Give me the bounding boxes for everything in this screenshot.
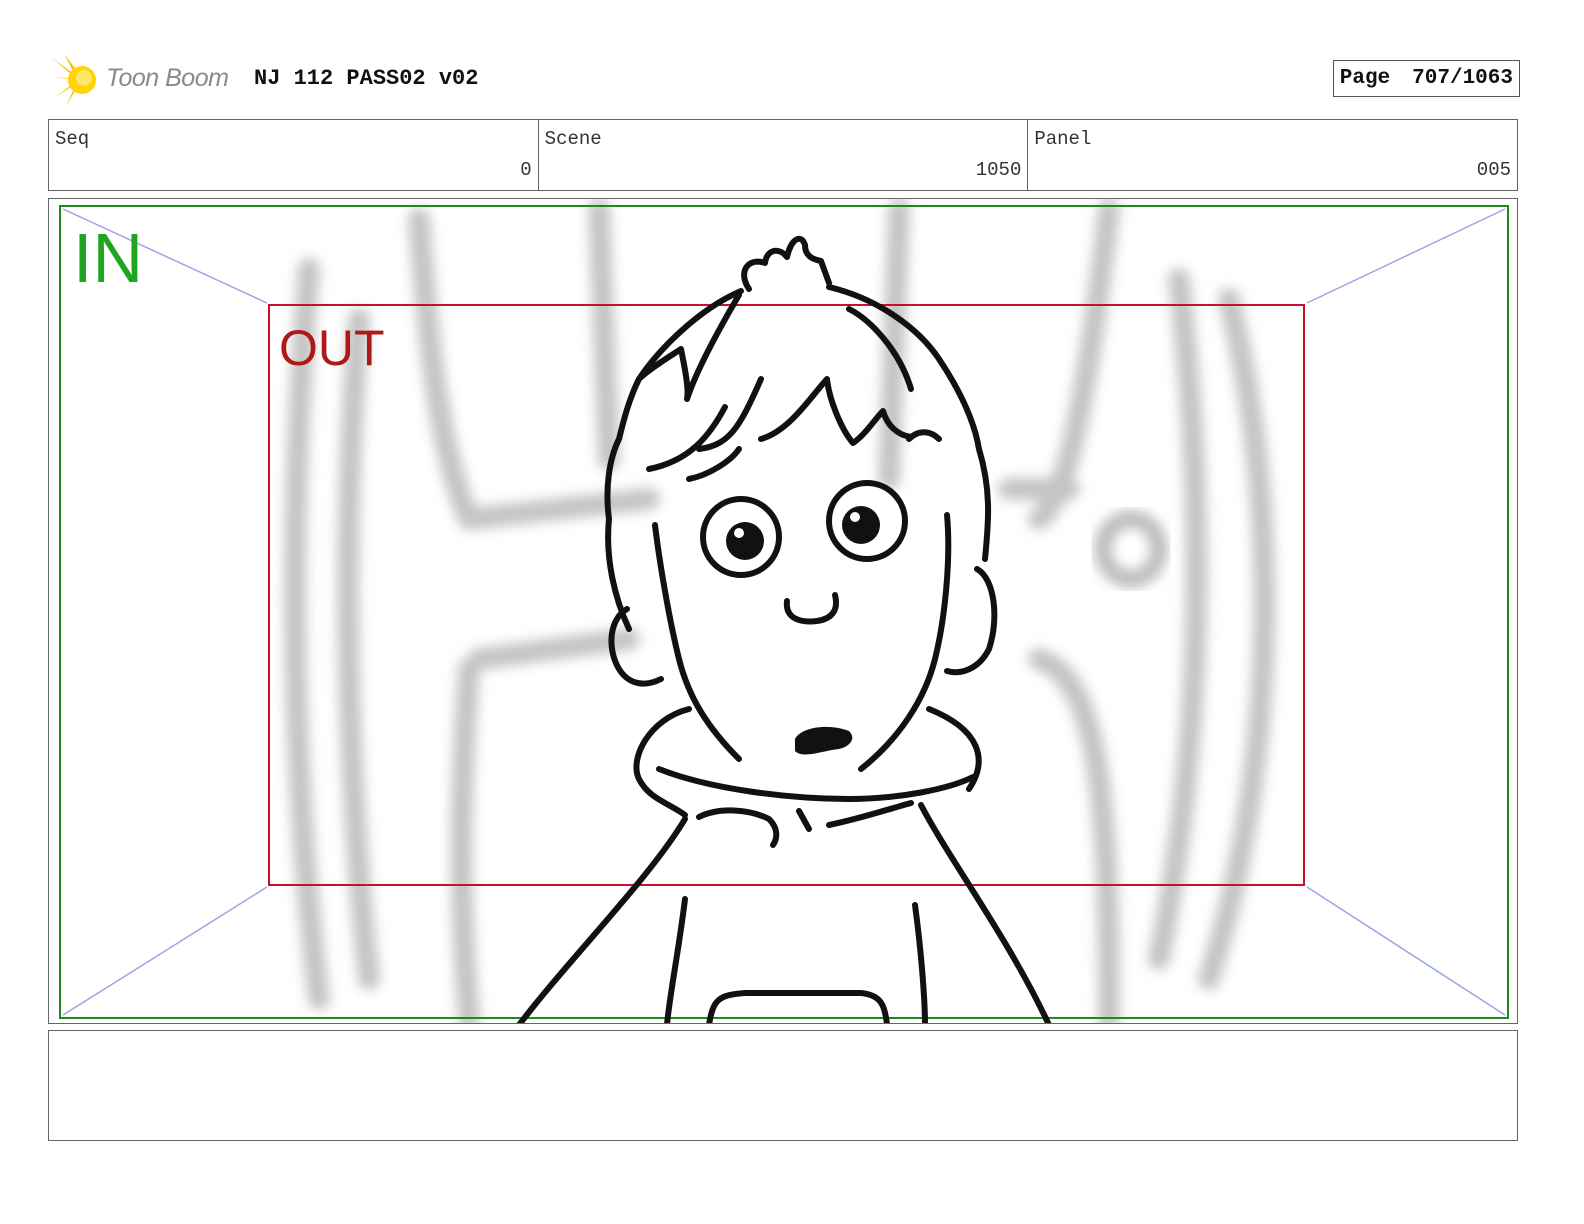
character-mouth <box>795 726 853 755</box>
panel-value: 005 <box>1476 159 1512 181</box>
scene-cell: Scene 1050 <box>539 120 1029 190</box>
document-title: NJ 112 PASS02 v02 <box>254 66 479 91</box>
background-motion-lines <box>284 199 1276 1023</box>
page-label: Page <box>1339 67 1391 90</box>
storyboard-panel: IN OUT <box>48 198 1518 1024</box>
page-header: Toon Boom NJ 112 PASS02 v02 Page 707/1063 <box>48 52 1538 108</box>
page-number: 707/1063 <box>1412 67 1513 90</box>
seq-value: 0 <box>520 159 532 181</box>
panel-label: Panel <box>1034 128 1092 150</box>
seq-cell: Seq 0 <box>49 120 539 190</box>
character-nose <box>783 592 839 625</box>
seq-label: Seq <box>55 128 90 150</box>
in-frame-label: IN <box>73 219 143 297</box>
panel-drawing <box>59 199 1509 1023</box>
character-eyes <box>700 480 908 578</box>
page-indicator: Page 707/1063 <box>1332 60 1520 97</box>
info-row: Seq 0 Scene 1050 Panel 005 <box>48 119 1518 191</box>
notes-box[interactable] <box>48 1030 1518 1141</box>
out-frame-label: OUT <box>279 320 385 376</box>
scene-label: Scene <box>544 128 602 150</box>
toon-boom-logo: Toon Boom <box>48 52 248 108</box>
panel-cell: Panel 005 <box>1028 120 1517 190</box>
starburst-icon <box>50 54 96 106</box>
scene-value: 1050 <box>975 159 1022 181</box>
in-frame <box>59 205 1509 1019</box>
logo-text: Toon Boom <box>106 64 229 92</box>
